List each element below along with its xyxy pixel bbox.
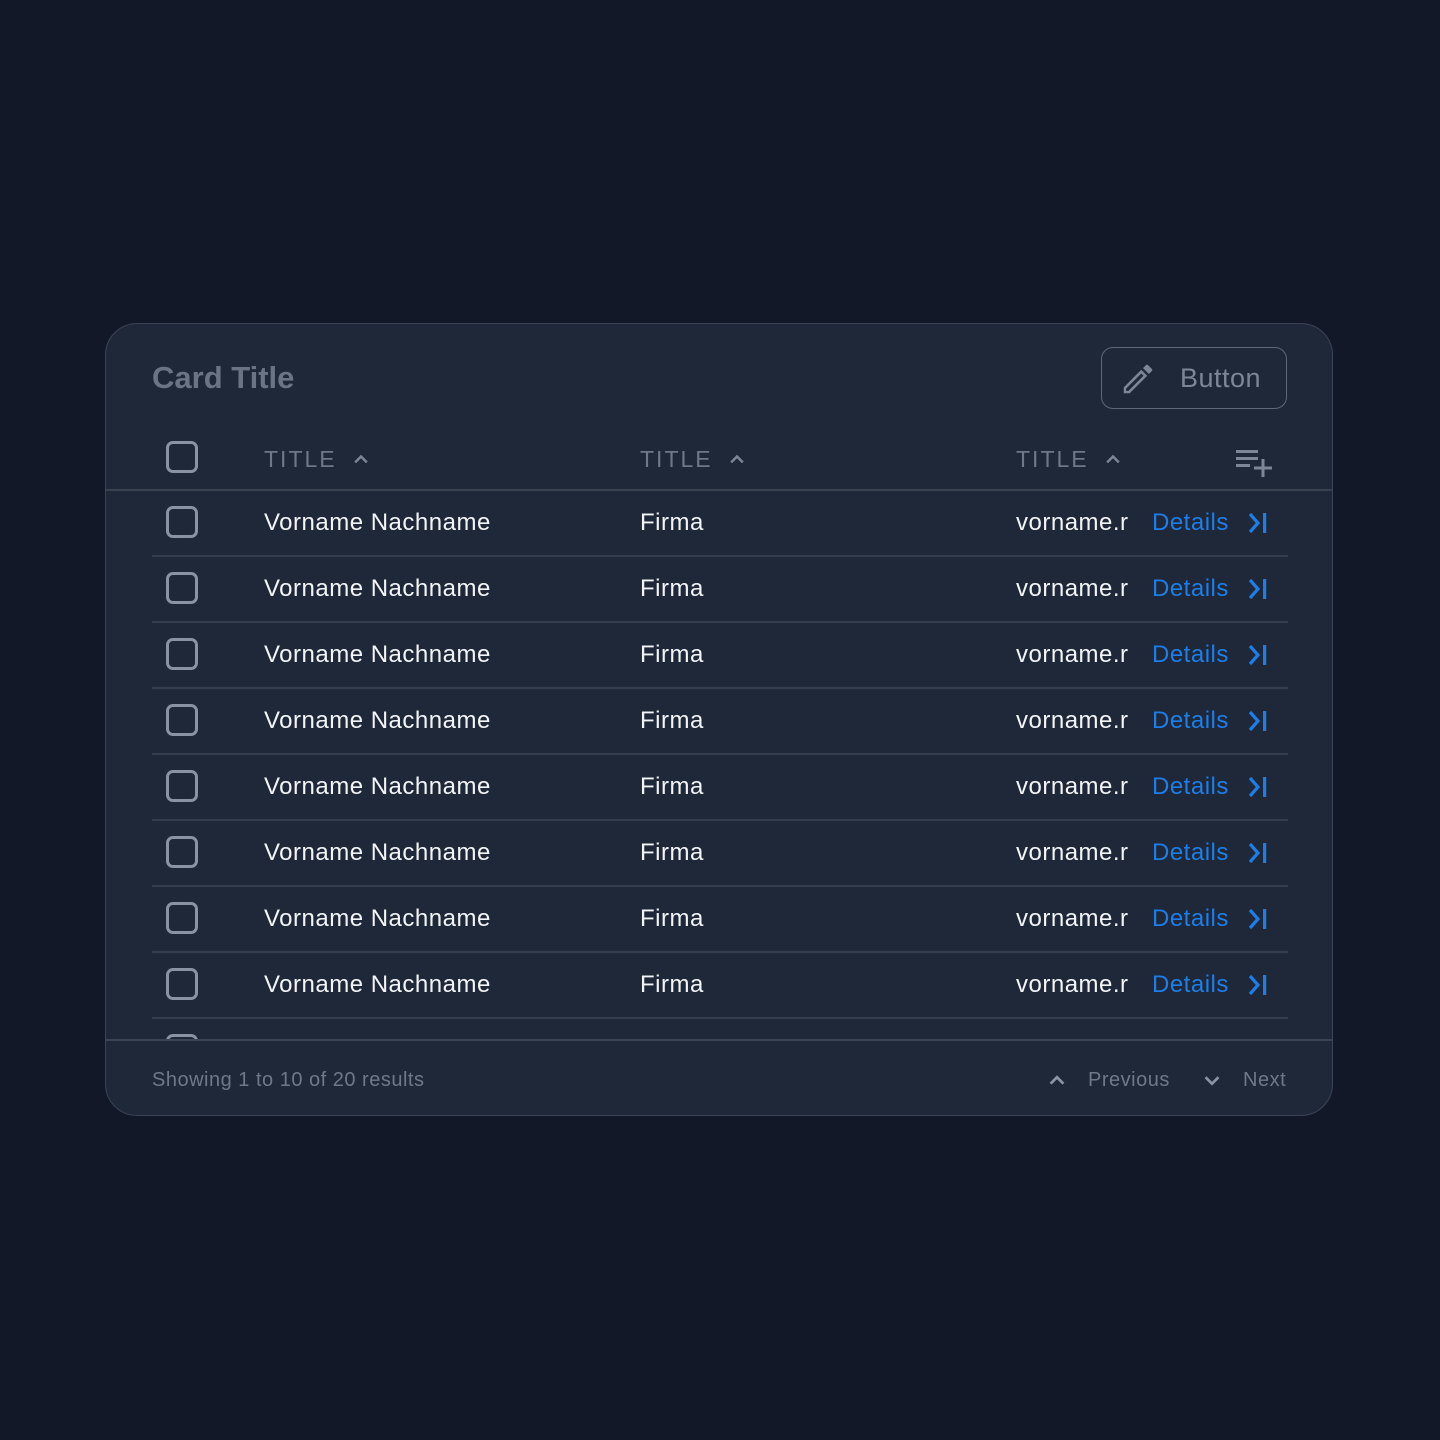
table-row: Vorname Nachname Firma vorname.r Details [152, 953, 1288, 1019]
previous-button[interactable]: Previous [1046, 1065, 1170, 1095]
name-cell: Vorname Nachname [264, 773, 491, 800]
details-link[interactable]: Details [1152, 573, 1229, 605]
company-cell: Firma [640, 905, 704, 932]
company-cell: Firma [640, 509, 704, 536]
row-checkbox[interactable] [166, 572, 198, 604]
email-cell: vorname.r [1016, 971, 1129, 998]
table-row: Vorname Nachname Firma vorname.r Details [152, 491, 1288, 557]
row-checkbox[interactable] [166, 770, 198, 802]
playlist-add-icon[interactable] [1234, 440, 1276, 482]
chevron-up-icon [1049, 1075, 1065, 1085]
table-row: Vorname NachnameFirmavorname.rDetails [152, 1019, 1288, 1039]
column-header-label: TITLE [1016, 446, 1089, 472]
chevron-right-bar-icon[interactable] [1246, 576, 1272, 602]
column-header-2[interactable]: TITLE [640, 444, 747, 474]
details-link[interactable]: Details [1152, 705, 1229, 737]
email-cell: vorname.r [1016, 905, 1129, 932]
email-cell: vorname.r [1016, 773, 1129, 800]
chevron-up-icon [729, 454, 744, 464]
column-header-1[interactable]: TITLE [264, 444, 371, 474]
chevron-up-icon [353, 454, 368, 464]
email-cell: vorname.r [1016, 641, 1129, 668]
chevron-right-bar-icon[interactable] [1246, 774, 1272, 800]
details-link[interactable]: Details [1152, 507, 1229, 539]
row-checkbox[interactable] [166, 506, 198, 538]
name-cell: Vorname Nachname [264, 707, 491, 734]
row-checkbox[interactable] [166, 638, 198, 670]
name-cell: Vorname Nachname [264, 905, 491, 932]
card-header: Card Title Button [106, 324, 1332, 434]
company-cell: Firma [640, 839, 704, 866]
company-cell: Firma [640, 641, 704, 668]
column-header-label: TITLE [264, 446, 337, 472]
row-checkbox[interactable] [166, 704, 198, 736]
select-all-checkbox[interactable] [166, 441, 198, 473]
chevron-right-bar-icon[interactable] [1246, 642, 1272, 668]
row-checkbox[interactable] [166, 902, 198, 934]
company-cell: Firma [640, 773, 704, 800]
card-title: Card Title [152, 360, 295, 395]
company-cell: Firma [640, 575, 704, 602]
email-cell: vorname.r [1016, 575, 1129, 602]
table-row: Vorname Nachname Firma vorname.r Details [152, 689, 1288, 755]
table-row: Vorname Nachname Firma vorname.r Details [152, 557, 1288, 623]
previous-label: Previous [1088, 1068, 1170, 1091]
details-link[interactable]: Details [1152, 639, 1229, 671]
table-card: Card Title Button TITLE TITLE TITLE Vorn… [105, 323, 1333, 1116]
chevron-right-bar-icon[interactable] [1246, 906, 1272, 932]
email-cell: vorname.r [1016, 509, 1129, 536]
name-cell: Vorname Nachname [264, 839, 491, 866]
row-checkbox[interactable] [166, 836, 198, 868]
next-button[interactable]: Next [1201, 1065, 1286, 1095]
chevron-down-icon [1204, 1076, 1220, 1086]
email-cell: vorname.r [1016, 839, 1129, 866]
chevron-up-icon [1105, 454, 1120, 464]
edit-button-label: Button [1180, 363, 1262, 393]
table-row: Vorname Nachname Firma vorname.r Details [152, 887, 1288, 953]
chevron-right-bar-icon[interactable] [1246, 840, 1272, 866]
name-cell: Vorname Nachname [264, 971, 491, 998]
table-body: Vorname Nachname Firma vorname.r Details Vor… [106, 491, 1332, 1039]
column-header-3[interactable]: TITLE [1016, 444, 1123, 474]
pencil-icon [1123, 364, 1153, 394]
table-row: Vorname Nachname Firma vorname.r Details [152, 623, 1288, 689]
chevron-right-bar-icon[interactable] [1246, 972, 1272, 998]
row-checkbox[interactable] [166, 968, 198, 1000]
edit-button[interactable]: Button [1101, 347, 1287, 409]
results-summary: Showing 1 to 10 of 20 results [152, 1069, 425, 1091]
details-link[interactable]: Details [1152, 969, 1229, 1001]
company-cell: Firma [640, 707, 704, 734]
table-row: Vorname Nachname Firma vorname.r Details [152, 755, 1288, 821]
chevron-right-bar-icon[interactable] [1246, 708, 1272, 734]
table-header: TITLE TITLE TITLE [106, 434, 1332, 491]
name-cell: Vorname Nachname [264, 509, 491, 536]
details-link[interactable]: Details [1152, 903, 1229, 935]
email-cell: vorname.r [1016, 707, 1129, 734]
details-link[interactable]: Details [1152, 837, 1229, 869]
name-cell: Vorname Nachname [264, 641, 491, 668]
table-row: Vorname Nachname Firma vorname.r Details [152, 821, 1288, 887]
details-link[interactable]: Details [1152, 771, 1229, 803]
company-cell: Firma [640, 971, 704, 998]
column-header-label: TITLE [640, 446, 713, 472]
name-cell: Vorname Nachname [264, 575, 491, 602]
next-label: Next [1243, 1068, 1287, 1091]
table-footer: Showing 1 to 10 of 20 results Previous N… [106, 1039, 1332, 1115]
chevron-right-bar-icon[interactable] [1246, 510, 1272, 536]
